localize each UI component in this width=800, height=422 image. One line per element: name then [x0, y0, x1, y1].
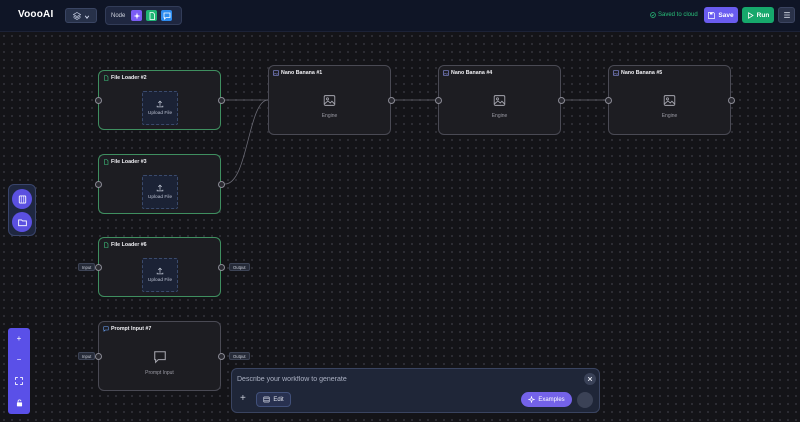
file-icon — [104, 242, 109, 248]
sparkle-icon — [528, 396, 536, 403]
image-icon — [443, 70, 449, 76]
input-port[interactable] — [95, 264, 102, 271]
node-header: Nano Banana #4 — [443, 70, 492, 76]
node-file-loader-2[interactable]: File Loader #2 Upload File — [98, 70, 221, 130]
node-file-loader-3[interactable]: File Loader #3 Upload File — [98, 154, 221, 214]
add-attachment-button[interactable]: + — [240, 394, 246, 404]
node-title: Nano Banana #4 — [451, 70, 493, 76]
node-caption: Engine — [491, 113, 508, 119]
upload-file-label: Upload File — [147, 278, 173, 283]
upload-file-button[interactable]: Upload File — [142, 91, 178, 125]
node-body: Engine — [269, 94, 390, 119]
upload-file-button[interactable]: Upload File — [142, 258, 178, 292]
output-port-tag: Output — [229, 352, 250, 360]
image-icon — [493, 95, 506, 106]
upload-file-label: Upload File — [147, 195, 173, 200]
left-tool-panel — [8, 184, 36, 236]
file-icon — [104, 159, 109, 165]
film-icon — [263, 396, 270, 403]
file-icon — [104, 75, 109, 81]
upload-file-label: Upload File — [147, 111, 173, 116]
node-file-loader-6[interactable]: File Loader #6 Upload File — [98, 237, 221, 297]
output-port[interactable] — [218, 97, 225, 104]
node-nano-banana-4[interactable]: Nano Banana #4 Engine — [438, 65, 561, 135]
output-port[interactable] — [388, 97, 395, 104]
examples-button-label: Examples — [538, 396, 565, 403]
edit-mode-button[interactable]: Edit — [256, 392, 291, 407]
output-port[interactable] — [218, 264, 225, 271]
image-icon — [663, 95, 676, 106]
zoom-in-button[interactable]: + — [8, 328, 30, 348]
message-icon — [153, 351, 166, 364]
node-header: File Loader #3 — [103, 159, 147, 165]
node-header: Nano Banana #1 — [273, 70, 322, 76]
input-port-tag: Input — [78, 352, 96, 360]
node-caption: Engine — [661, 113, 678, 119]
close-icon — [587, 376, 593, 382]
node-title: File Loader #3 — [111, 159, 147, 165]
workflow-prompt-bar: + Edit Examples — [231, 368, 600, 413]
zoom-controls: + − — [8, 328, 30, 414]
image-icon — [323, 95, 336, 106]
input-port[interactable] — [95, 353, 102, 360]
node-nano-banana-5[interactable]: Nano Banana #5 Engine — [608, 65, 731, 135]
input-port[interactable] — [95, 181, 102, 188]
lock-icon — [16, 399, 22, 407]
node-header: File Loader #2 — [103, 75, 147, 81]
image-icon — [613, 70, 619, 76]
media-library-button[interactable] — [12, 189, 32, 209]
node-body: Engine — [609, 94, 730, 119]
output-port[interactable] — [728, 97, 735, 104]
chat-icon — [103, 326, 109, 332]
send-button[interactable] — [577, 392, 593, 408]
zoom-out-button[interactable]: − — [8, 349, 30, 369]
image-icon — [273, 70, 279, 76]
node-title: Prompt Input #7 — [111, 326, 152, 332]
input-port[interactable] — [435, 97, 442, 104]
open-folder-button[interactable] — [12, 212, 32, 232]
upload-icon — [156, 184, 164, 192]
workflow-description-input[interactable] — [237, 373, 577, 385]
input-port-tag: Input — [78, 263, 96, 271]
examples-button[interactable]: Examples — [521, 392, 572, 407]
output-port-tag: Output — [229, 263, 250, 271]
output-port[interactable] — [218, 353, 225, 360]
upload-icon — [156, 267, 164, 275]
output-port[interactable] — [218, 181, 225, 188]
node-header: Nano Banana #5 — [613, 70, 662, 76]
close-prompt-button[interactable] — [584, 373, 596, 385]
node-title: Nano Banana #1 — [281, 70, 323, 76]
folder-icon — [17, 218, 27, 226]
edit-button-label: Edit — [273, 396, 284, 403]
film-icon — [18, 195, 26, 203]
input-port[interactable] — [95, 97, 102, 104]
node-header: File Loader #6 — [103, 242, 147, 248]
node-body: Engine — [439, 94, 560, 119]
fit-screen-icon — [15, 377, 23, 385]
node-title: File Loader #6 — [111, 242, 147, 248]
node-caption: Engine — [321, 113, 338, 119]
node-nano-banana-1[interactable]: Nano Banana #1 Engine — [268, 65, 391, 135]
edge-fileloader3-to-nanobanana1 — [224, 99, 269, 185]
output-port[interactable] — [558, 97, 565, 104]
upload-file-button[interactable]: Upload File — [142, 175, 178, 209]
node-body: Prompt Input — [99, 350, 220, 376]
upload-icon — [156, 100, 164, 108]
node-header: Prompt Input #7 — [103, 326, 151, 332]
input-port[interactable] — [605, 97, 612, 104]
node-title: File Loader #2 — [111, 75, 147, 81]
node-caption: Prompt Input — [145, 370, 174, 376]
fit-view-button[interactable] — [8, 371, 30, 391]
node-prompt-input-7[interactable]: Prompt Input #7 Prompt Input — [98, 321, 221, 391]
node-title: Nano Banana #5 — [621, 70, 663, 76]
lock-button[interactable] — [8, 393, 30, 413]
